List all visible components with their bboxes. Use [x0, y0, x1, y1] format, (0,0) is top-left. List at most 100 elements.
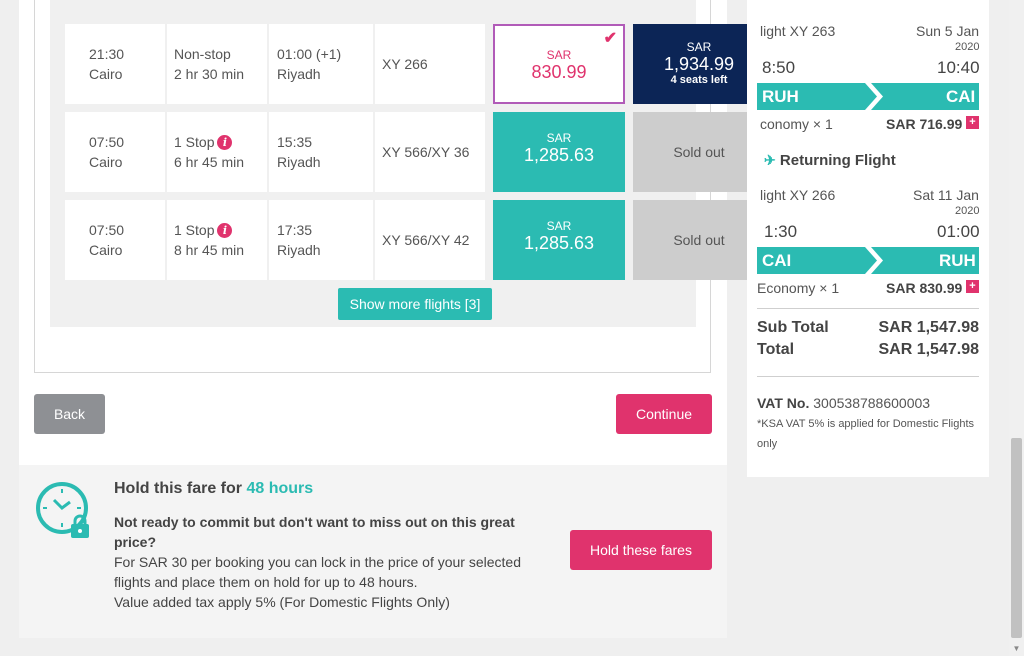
- vat-note: *KSA VAT 5% is applied for Domestic Flig…: [757, 418, 975, 450]
- plus-icon[interactable]: +: [966, 280, 979, 293]
- sub-total-value: SAR 1,547.98: [878, 319, 979, 336]
- departing-dep-time: 8:50: [762, 58, 796, 77]
- info-icon[interactable]: i: [217, 135, 233, 150]
- departing-origin-code: RUH: [762, 87, 799, 106]
- arrival-city: Riyadh: [277, 154, 321, 170]
- scrollbar-thumb[interactable]: [1011, 438, 1022, 638]
- flight-number-cell: XY 266: [375, 24, 485, 104]
- total-value: SAR 1,547.98: [878, 341, 979, 358]
- flight-number: XY 266: [382, 56, 428, 72]
- hold-headline: Not ready to commit but don't want to mi…: [114, 514, 515, 550]
- fare-option-economy[interactable]: SAR 1,285.63: [493, 200, 625, 280]
- departing-price: SAR 716.99: [886, 116, 963, 132]
- vat-value: 300538788600003: [813, 395, 931, 411]
- returning-price: SAR 830.99: [886, 280, 963, 296]
- flight-row: 07:50 Cairo 1 Stop i 8 hr 45 min 17:35 Ri…: [65, 200, 765, 280]
- arrival-time: 15:35: [277, 134, 313, 150]
- plus-icon[interactable]: +: [966, 116, 979, 129]
- info-icon[interactable]: i: [217, 223, 233, 238]
- sub-total-label: Sub Total: [757, 319, 829, 336]
- returning-flight-number: light XY 266: [760, 187, 836, 203]
- fare-currency: SAR: [686, 40, 712, 54]
- departure-cell: 21:30 Cairo: [65, 24, 165, 104]
- scroll-down-arrow-icon[interactable]: ▼: [1011, 644, 1022, 654]
- flight-number-cell: XY 566/XY 36: [375, 112, 485, 192]
- fare-sold-out: Sold out: [633, 112, 765, 192]
- clock-lock-icon: [36, 482, 89, 538]
- departing-cabin: conomy × 1: [760, 116, 833, 132]
- stops-label: 1 Stop: [174, 222, 215, 238]
- returning-dep-time: 1:30: [764, 222, 798, 241]
- fare-amount: 1,285.63: [523, 145, 595, 165]
- summary-divider: [757, 376, 979, 377]
- arrival-city: Riyadh: [277, 242, 321, 258]
- hold-fares-button[interactable]: Hold these fares: [570, 530, 712, 570]
- arrival-city: Riyadh: [277, 66, 321, 82]
- departure-city: Cairo: [89, 154, 123, 170]
- fare-sold-out: Sold out: [633, 200, 765, 280]
- departure-time: 07:50: [89, 222, 125, 238]
- fare-option-business[interactable]: SAR 1,934.99 4 seats left: [633, 24, 765, 104]
- departure-time: 07:50: [89, 134, 125, 150]
- duration: 2 hr 30 min: [174, 66, 245, 82]
- returning-date: Sat 11 Jan: [913, 187, 979, 203]
- departure-city: Cairo: [89, 242, 123, 258]
- hold-duration: 48 hours: [246, 480, 314, 497]
- hold-description-line: For SAR 30 per booking you can lock in t…: [114, 554, 521, 590]
- hold-title-prefix: Hold this fare for: [114, 480, 243, 497]
- fare-amount: 1,285.63: [523, 233, 595, 253]
- fare-option-economy[interactable]: SAR 1,285.63: [493, 112, 625, 192]
- total-label: Total: [757, 341, 795, 358]
- stops-label: 1 Stop: [174, 134, 215, 150]
- departure-time: 21:30: [89, 46, 125, 62]
- flight-number-cell: XY 566/XY 42: [375, 200, 485, 280]
- summary-divider: [757, 308, 979, 309]
- returning-origin-code: CAI: [762, 251, 792, 270]
- stops-cell: Non-stop 2 hr 30 min: [167, 24, 267, 104]
- returning-flight-title: ✈ Returning Flight: [764, 152, 896, 169]
- departure-cell: 07:50 Cairo: [65, 112, 165, 192]
- vat-number: VAT No. 300538788600003: [757, 395, 930, 411]
- flight-number: XY 566/XY 42: [382, 232, 470, 248]
- arrival-time: 01:00 (+1): [277, 46, 342, 62]
- duration: 6 hr 45 min: [174, 154, 245, 170]
- returning-year: 2020: [955, 205, 980, 217]
- departing-year: 2020: [955, 41, 980, 53]
- checkmark-icon: ✔: [603, 30, 617, 47]
- departing-flight-number: light XY 263: [760, 23, 836, 39]
- continue-button[interactable]: Continue: [616, 394, 712, 434]
- arrival-cell: 01:00 (+1) Riyadh: [269, 24, 373, 104]
- flight-row: 21:30 Cairo Non-stop 2 hr 30 min 01:00 (…: [65, 24, 765, 104]
- returning-arr-time: 01:00: [937, 222, 980, 241]
- stops-label: Non-stop: [174, 46, 231, 62]
- stops-cell: 1 Stop i 6 hr 45 min: [167, 112, 267, 192]
- hold-description: For SAR 30 per booking you can lock in t…: [114, 552, 554, 612]
- fare-currency: SAR: [546, 219, 572, 233]
- returning-title-text: Returning Flight: [779, 152, 896, 169]
- flight-number: XY 566/XY 36: [382, 144, 470, 160]
- departing-arr-time: 10:40: [937, 58, 980, 77]
- departing-date: Sun 5 Jan: [916, 23, 980, 39]
- departure-cell: 07:50 Cairo: [65, 200, 165, 280]
- fare-amount: 1,934.99: [663, 54, 735, 74]
- arrival-cell: 17:35 Riyadh: [269, 200, 373, 280]
- plane-icon: ✈: [764, 152, 776, 168]
- vat-label: VAT No.: [757, 395, 810, 411]
- arrival-time: 17:35: [277, 222, 313, 238]
- departing-destination-code: CAI: [946, 87, 976, 106]
- back-button[interactable]: Back: [34, 394, 105, 434]
- departure-city: Cairo: [89, 66, 123, 82]
- returning-destination-code: RUH: [939, 251, 976, 270]
- fare-currency: SAR: [546, 48, 572, 62]
- returning-cabin: Economy × 1: [757, 280, 840, 296]
- fare-currency: SAR: [546, 131, 572, 145]
- arrival-cell: 15:35 Riyadh: [269, 112, 373, 192]
- fare-option-selected[interactable]: ✔ SAR 830.99: [493, 24, 625, 104]
- fare-amount: 830.99: [531, 62, 587, 82]
- hold-vat-line: Value added tax apply 5% (For Domestic F…: [114, 594, 450, 610]
- stops-cell: 1 Stop i 8 hr 45 min: [167, 200, 267, 280]
- show-more-flights-button[interactable]: Show more flights [3]: [338, 288, 492, 320]
- duration: 8 hr 45 min: [174, 242, 245, 258]
- seats-left: 4 seats left: [670, 74, 728, 86]
- hold-title: Hold this fare for 48 hours: [114, 480, 313, 498]
